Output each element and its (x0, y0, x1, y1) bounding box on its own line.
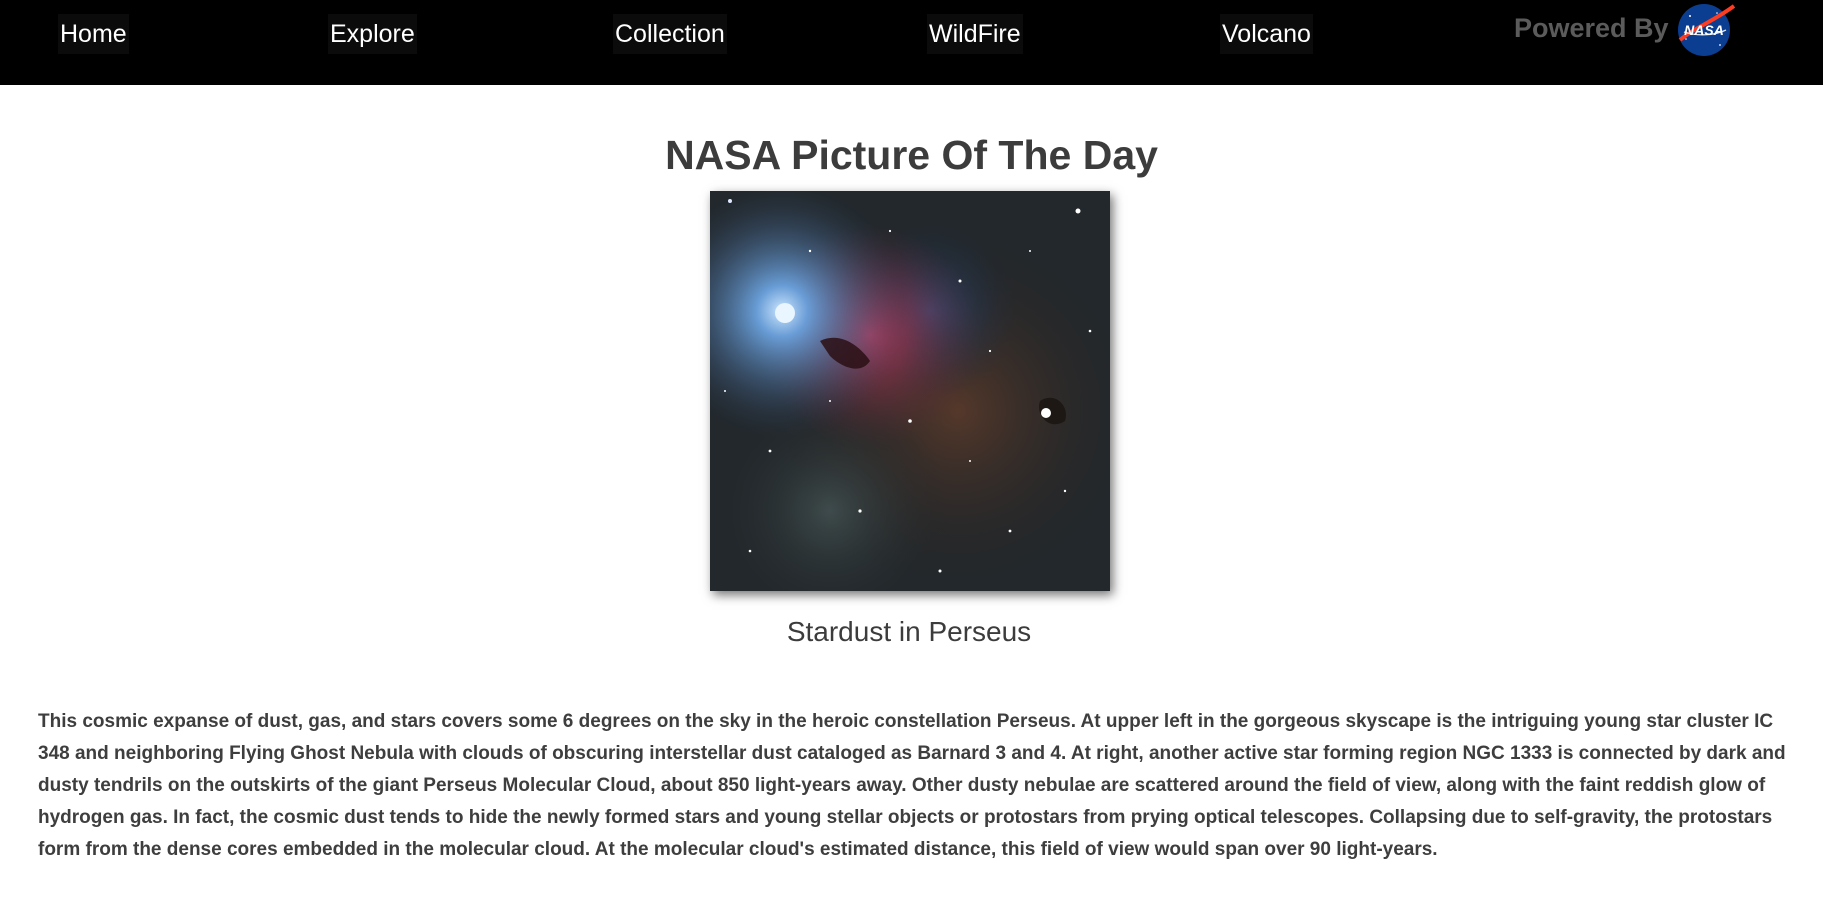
page-title: NASA Picture Of The Day (665, 132, 1158, 178)
nav-volcano[interactable]: Volcano (1220, 14, 1313, 54)
picture-of-the-day-image[interactable] (710, 191, 1110, 591)
nasa-logo-icon: NASA (1678, 4, 1736, 56)
nasa-logo-text: NASA (1684, 22, 1724, 38)
powered-by-label: Powered By (1514, 13, 1669, 43)
top-navigation-bar: Home Explore Collection WildFire Volcano… (0, 0, 1823, 85)
nebula-image (710, 191, 1110, 591)
picture-explanation: This cosmic expanse of dust, gas, and st… (38, 711, 1786, 860)
nav-collection[interactable]: Collection (613, 14, 727, 54)
nav-wildfire[interactable]: WildFire (927, 14, 1023, 54)
nav-explore[interactable]: Explore (328, 14, 417, 54)
nav-home[interactable]: Home (58, 14, 129, 54)
picture-caption: Stardust in Perseus (786, 616, 1032, 647)
